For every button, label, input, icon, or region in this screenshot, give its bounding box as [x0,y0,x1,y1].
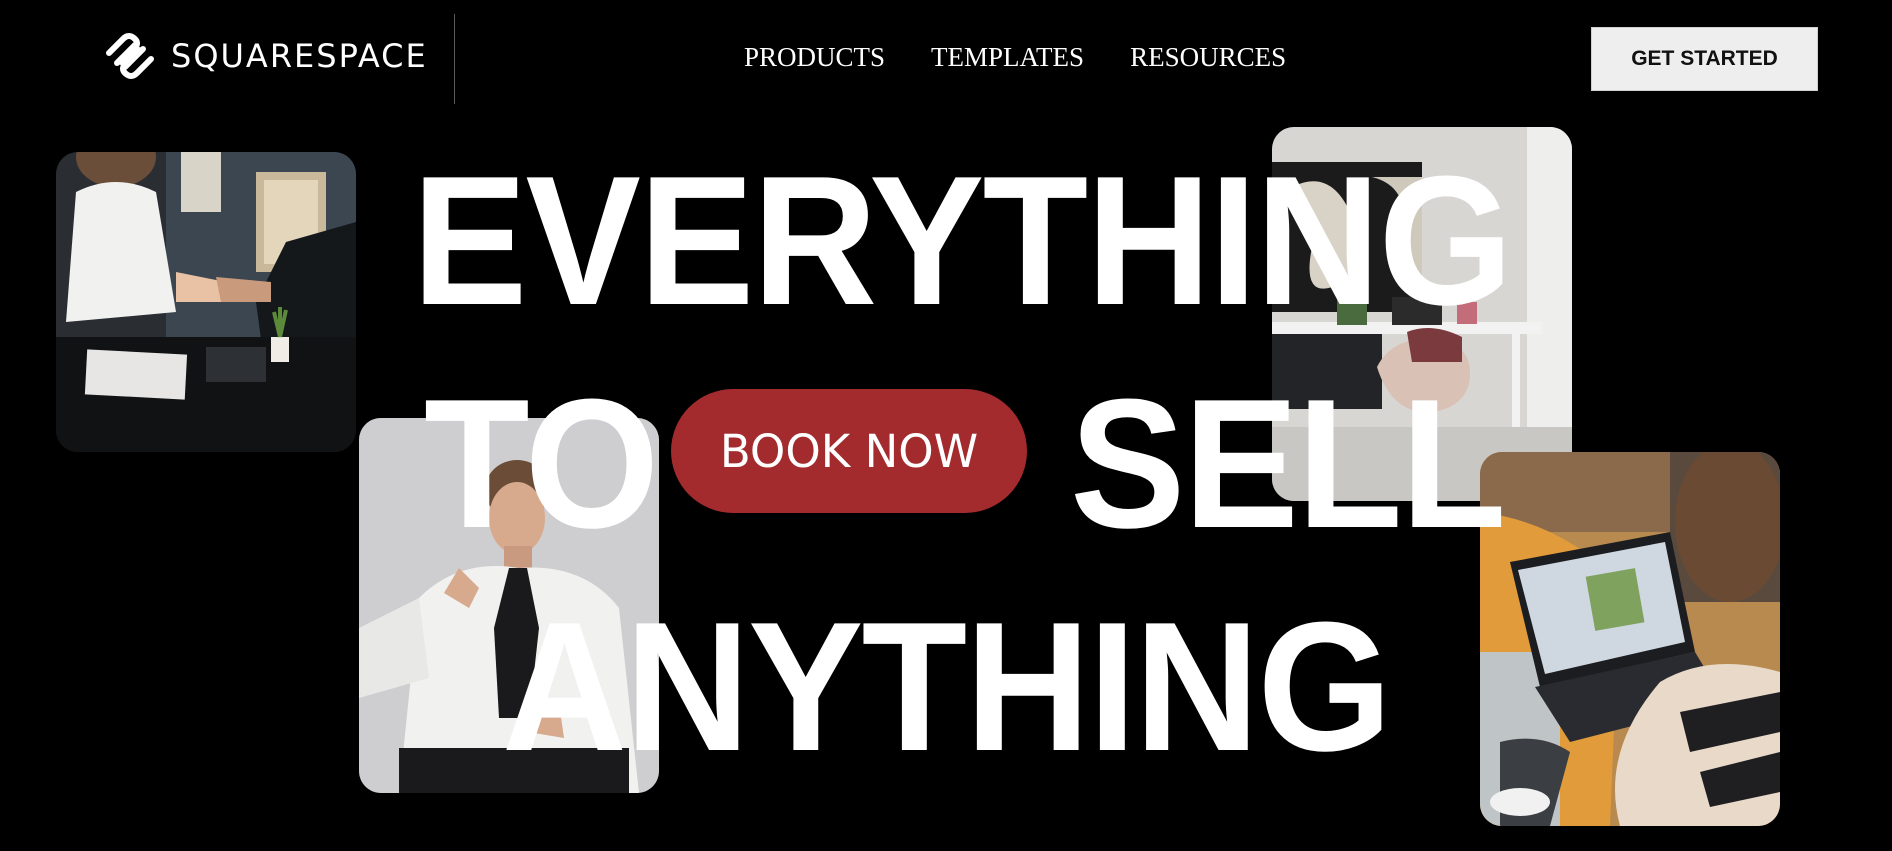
handshake-photo [56,152,356,452]
headline-line-3: ANYTHING [502,583,1392,789]
headline-line-2-right: SELL [1070,360,1506,566]
headline-line-1: EVERYTHING [412,137,1513,343]
header-divider [454,14,455,104]
book-now-button[interactable]: BOOK NOW [671,389,1027,513]
get-started-button[interactable]: GET STARTED [1591,27,1818,91]
page: SQUARESPACE PRODUCTS TEMPLATES RESOURCES… [0,0,1892,851]
main-nav: PRODUCTS TEMPLATES RESOURCES [744,42,1286,73]
squarespace-logo[interactable]: SQUARESPACE [101,31,428,81]
squarespace-logo-icon [101,31,159,81]
nav-resources[interactable]: RESOURCES [1130,42,1286,73]
nav-products[interactable]: PRODUCTS [744,42,885,73]
logo-text: SQUARESPACE [171,37,428,75]
nav-templates[interactable]: TEMPLATES [931,42,1084,73]
woman-laptop-photo [1480,452,1780,826]
headline-line-2-left: TO [424,360,659,566]
